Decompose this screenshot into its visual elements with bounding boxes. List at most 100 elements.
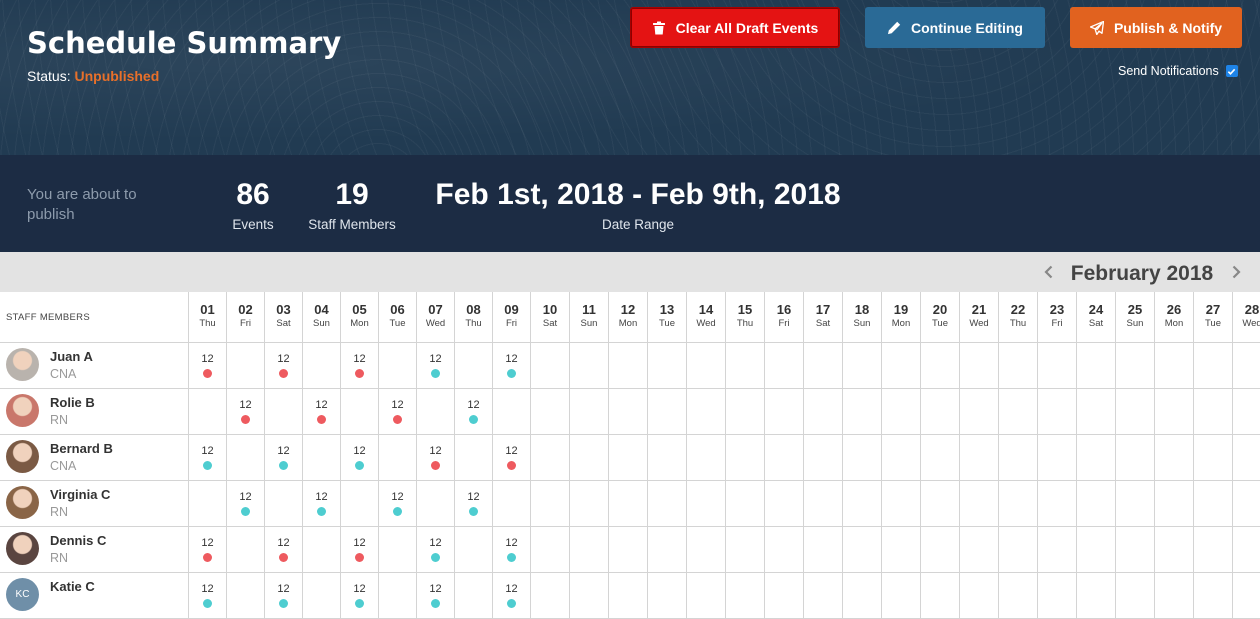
schedule-cell[interactable] <box>609 481 648 526</box>
schedule-cell[interactable] <box>227 527 265 572</box>
schedule-cell[interactable] <box>1194 573 1233 618</box>
schedule-cell[interactable] <box>648 435 687 480</box>
schedule-cell[interactable] <box>303 343 341 388</box>
schedule-cell[interactable] <box>921 573 960 618</box>
schedule-cell[interactable] <box>1194 343 1233 388</box>
schedule-cell[interactable] <box>455 343 493 388</box>
schedule-cell[interactable] <box>1077 527 1116 572</box>
schedule-cell[interactable] <box>882 481 921 526</box>
schedule-cell[interactable] <box>531 481 570 526</box>
schedule-cell[interactable] <box>570 389 609 434</box>
schedule-cell[interactable] <box>570 435 609 480</box>
schedule-cell[interactable] <box>265 389 303 434</box>
schedule-cell[interactable] <box>455 527 493 572</box>
schedule-cell[interactable] <box>1038 389 1077 434</box>
schedule-cell[interactable] <box>531 343 570 388</box>
schedule-cell[interactable] <box>765 389 804 434</box>
staff-name-cell[interactable]: Bernard B CNA <box>0 435 189 480</box>
schedule-cell[interactable] <box>1038 481 1077 526</box>
staff-name-cell[interactable]: KC Katie C <box>0 573 189 618</box>
shift-event-cell[interactable]: 12 <box>189 573 227 618</box>
continue-editing-button[interactable]: Continue Editing <box>865 7 1045 48</box>
publish-notify-button[interactable]: Publish & Notify <box>1070 7 1242 48</box>
shift-event-cell[interactable]: 12 <box>379 481 417 526</box>
schedule-cell[interactable] <box>1116 389 1155 434</box>
shift-event-cell[interactable]: 12 <box>265 343 303 388</box>
schedule-cell[interactable] <box>960 527 999 572</box>
staff-name-cell[interactable]: Dennis C RN <box>0 527 189 572</box>
schedule-cell[interactable] <box>1038 435 1077 480</box>
schedule-cell[interactable] <box>648 343 687 388</box>
shift-event-cell[interactable]: 12 <box>189 343 227 388</box>
schedule-cell[interactable] <box>455 573 493 618</box>
staff-name-cell[interactable]: Virginia C RN <box>0 481 189 526</box>
schedule-cell[interactable] <box>1038 343 1077 388</box>
schedule-cell[interactable] <box>227 343 265 388</box>
schedule-cell[interactable] <box>843 435 882 480</box>
schedule-cell[interactable] <box>609 435 648 480</box>
schedule-cell[interactable] <box>1116 435 1155 480</box>
schedule-cell[interactable] <box>726 481 765 526</box>
schedule-cell[interactable] <box>1155 435 1194 480</box>
schedule-cell[interactable] <box>531 573 570 618</box>
schedule-cell[interactable] <box>265 481 303 526</box>
schedule-cell[interactable] <box>1233 343 1260 388</box>
schedule-cell[interactable] <box>882 389 921 434</box>
send-notifications-checkbox[interactable] <box>1225 65 1238 77</box>
shift-event-cell[interactable]: 12 <box>417 343 455 388</box>
staff-name-cell[interactable]: Rolie B RN <box>0 389 189 434</box>
schedule-cell[interactable] <box>1116 343 1155 388</box>
schedule-cell[interactable] <box>960 435 999 480</box>
schedule-cell[interactable] <box>648 481 687 526</box>
schedule-cell[interactable] <box>921 481 960 526</box>
schedule-cell[interactable] <box>882 527 921 572</box>
schedule-cell[interactable] <box>999 573 1038 618</box>
shift-event-cell[interactable]: 12 <box>493 527 531 572</box>
shift-event-cell[interactable]: 12 <box>227 389 265 434</box>
clear-draft-events-button[interactable]: Clear All Draft Events <box>630 7 840 48</box>
shift-event-cell[interactable]: 12 <box>265 573 303 618</box>
schedule-cell[interactable] <box>1077 435 1116 480</box>
schedule-cell[interactable] <box>609 343 648 388</box>
schedule-cell[interactable] <box>804 343 843 388</box>
schedule-cell[interactable] <box>804 573 843 618</box>
schedule-cell[interactable] <box>726 343 765 388</box>
schedule-cell[interactable] <box>687 481 726 526</box>
schedule-cell[interactable] <box>1233 527 1260 572</box>
schedule-cell[interactable] <box>843 573 882 618</box>
shift-event-cell[interactable]: 12 <box>303 389 341 434</box>
schedule-cell[interactable] <box>1233 435 1260 480</box>
schedule-cell[interactable] <box>1077 573 1116 618</box>
schedule-cell[interactable] <box>960 389 999 434</box>
schedule-cell[interactable] <box>804 527 843 572</box>
schedule-cell[interactable] <box>609 527 648 572</box>
schedule-cell[interactable] <box>960 573 999 618</box>
schedule-cell[interactable] <box>227 435 265 480</box>
shift-event-cell[interactable]: 12 <box>493 343 531 388</box>
schedule-cell[interactable] <box>189 389 227 434</box>
schedule-cell[interactable] <box>921 389 960 434</box>
schedule-cell[interactable] <box>1077 389 1116 434</box>
schedule-cell[interactable] <box>531 389 570 434</box>
schedule-cell[interactable] <box>687 343 726 388</box>
schedule-cell[interactable] <box>882 573 921 618</box>
schedule-cell[interactable] <box>1194 435 1233 480</box>
schedule-cell[interactable] <box>843 389 882 434</box>
schedule-cell[interactable] <box>493 389 531 434</box>
schedule-cell[interactable] <box>379 573 417 618</box>
schedule-cell[interactable] <box>1155 481 1194 526</box>
schedule-cell[interactable] <box>341 389 379 434</box>
shift-event-cell[interactable]: 12 <box>227 481 265 526</box>
schedule-cell[interactable] <box>960 481 999 526</box>
schedule-cell[interactable] <box>570 573 609 618</box>
shift-event-cell[interactable]: 12 <box>379 389 417 434</box>
schedule-cell[interactable] <box>379 343 417 388</box>
shift-event-cell[interactable]: 12 <box>341 343 379 388</box>
schedule-cell[interactable] <box>804 435 843 480</box>
shift-event-cell[interactable]: 12 <box>265 435 303 480</box>
schedule-cell[interactable] <box>189 481 227 526</box>
schedule-cell[interactable] <box>726 435 765 480</box>
schedule-cell[interactable] <box>1194 527 1233 572</box>
shift-event-cell[interactable]: 12 <box>417 527 455 572</box>
schedule-cell[interactable] <box>843 481 882 526</box>
